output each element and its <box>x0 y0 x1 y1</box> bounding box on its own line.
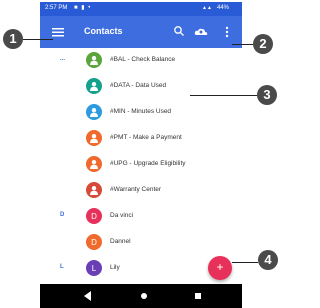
search-icon[interactable] <box>173 25 185 37</box>
person-avatar-icon <box>86 182 102 198</box>
back-triangle-icon[interactable] <box>84 291 92 301</box>
contact-name: #BAL - Check Balance <box>110 56 176 63</box>
contact-row[interactable]: #PMT - Make a Payment <box>40 126 242 150</box>
cloud-account-icon[interactable] <box>194 26 208 38</box>
callout-3: 3 <box>257 85 277 105</box>
letter-avatar: D <box>86 234 102 250</box>
contact-name: #Warranty Center <box>110 186 162 193</box>
contact-name: Dannel <box>110 238 131 245</box>
contact-name: #DATA - Data Used <box>110 82 167 89</box>
recent-apps-square-icon[interactable] <box>195 293 201 299</box>
notification-icons: ■ ▮ • <box>74 5 92 11</box>
app-bar: Contacts <box>40 16 242 48</box>
more-vertical-icon[interactable] <box>224 25 230 39</box>
contact-row[interactable]: ... #BAL - Check Balance <box>40 48 242 72</box>
callout-4-line <box>232 262 258 263</box>
person-avatar-icon <box>86 78 102 94</box>
contact-name: #UPG - Upgrade Eligibility <box>110 160 186 167</box>
person-avatar-icon <box>86 104 102 120</box>
contact-row[interactable]: #Warranty Center <box>40 178 242 202</box>
section-letter: ... <box>60 56 66 62</box>
hamburger-menu-icon[interactable] <box>51 25 65 39</box>
callout-2: 2 <box>253 34 273 54</box>
contact-row[interactable]: D Dannel <box>40 230 242 254</box>
section-letter: L <box>60 264 64 270</box>
phone-screen: 2:57 PM ■ ▮ • ▲▲ 44% Contacts ... #BAL - … <box>40 2 242 308</box>
callout-1: 1 <box>3 29 23 49</box>
person-avatar-icon <box>86 156 102 172</box>
contact-name: Da vinci <box>110 212 134 219</box>
contact-name: Lily <box>110 264 120 271</box>
status-time: 2:57 PM <box>45 5 68 11</box>
signal-icon: ▲▲ <box>202 5 212 11</box>
contact-row[interactable]: #MIN - Minutes Used <box>40 100 242 124</box>
callout-1-line <box>23 39 53 40</box>
contact-row[interactable]: D D Da vinci <box>40 204 242 228</box>
contact-row[interactable]: #UPG - Upgrade Eligibility <box>40 152 242 176</box>
callout-2-line <box>232 44 253 45</box>
section-letter: D <box>60 212 65 218</box>
person-avatar-icon <box>86 52 102 68</box>
contact-name: #MIN - Minutes Used <box>110 108 172 115</box>
battery-level: 44% <box>217 5 230 11</box>
add-contact-button[interactable]: + <box>208 256 232 280</box>
letter-avatar: D <box>86 208 102 224</box>
person-avatar-icon <box>86 130 102 146</box>
home-circle-icon[interactable] <box>141 293 147 299</box>
navigation-bar <box>40 284 242 308</box>
status-bar: 2:57 PM ■ ▮ • ▲▲ 44% <box>40 2 242 16</box>
letter-avatar: L <box>86 260 102 276</box>
callout-4: 4 <box>258 250 278 270</box>
callout-3-line <box>190 95 257 96</box>
contact-name: #PMT - Make a Payment <box>110 134 182 141</box>
app-title: Contacts <box>84 26 123 36</box>
